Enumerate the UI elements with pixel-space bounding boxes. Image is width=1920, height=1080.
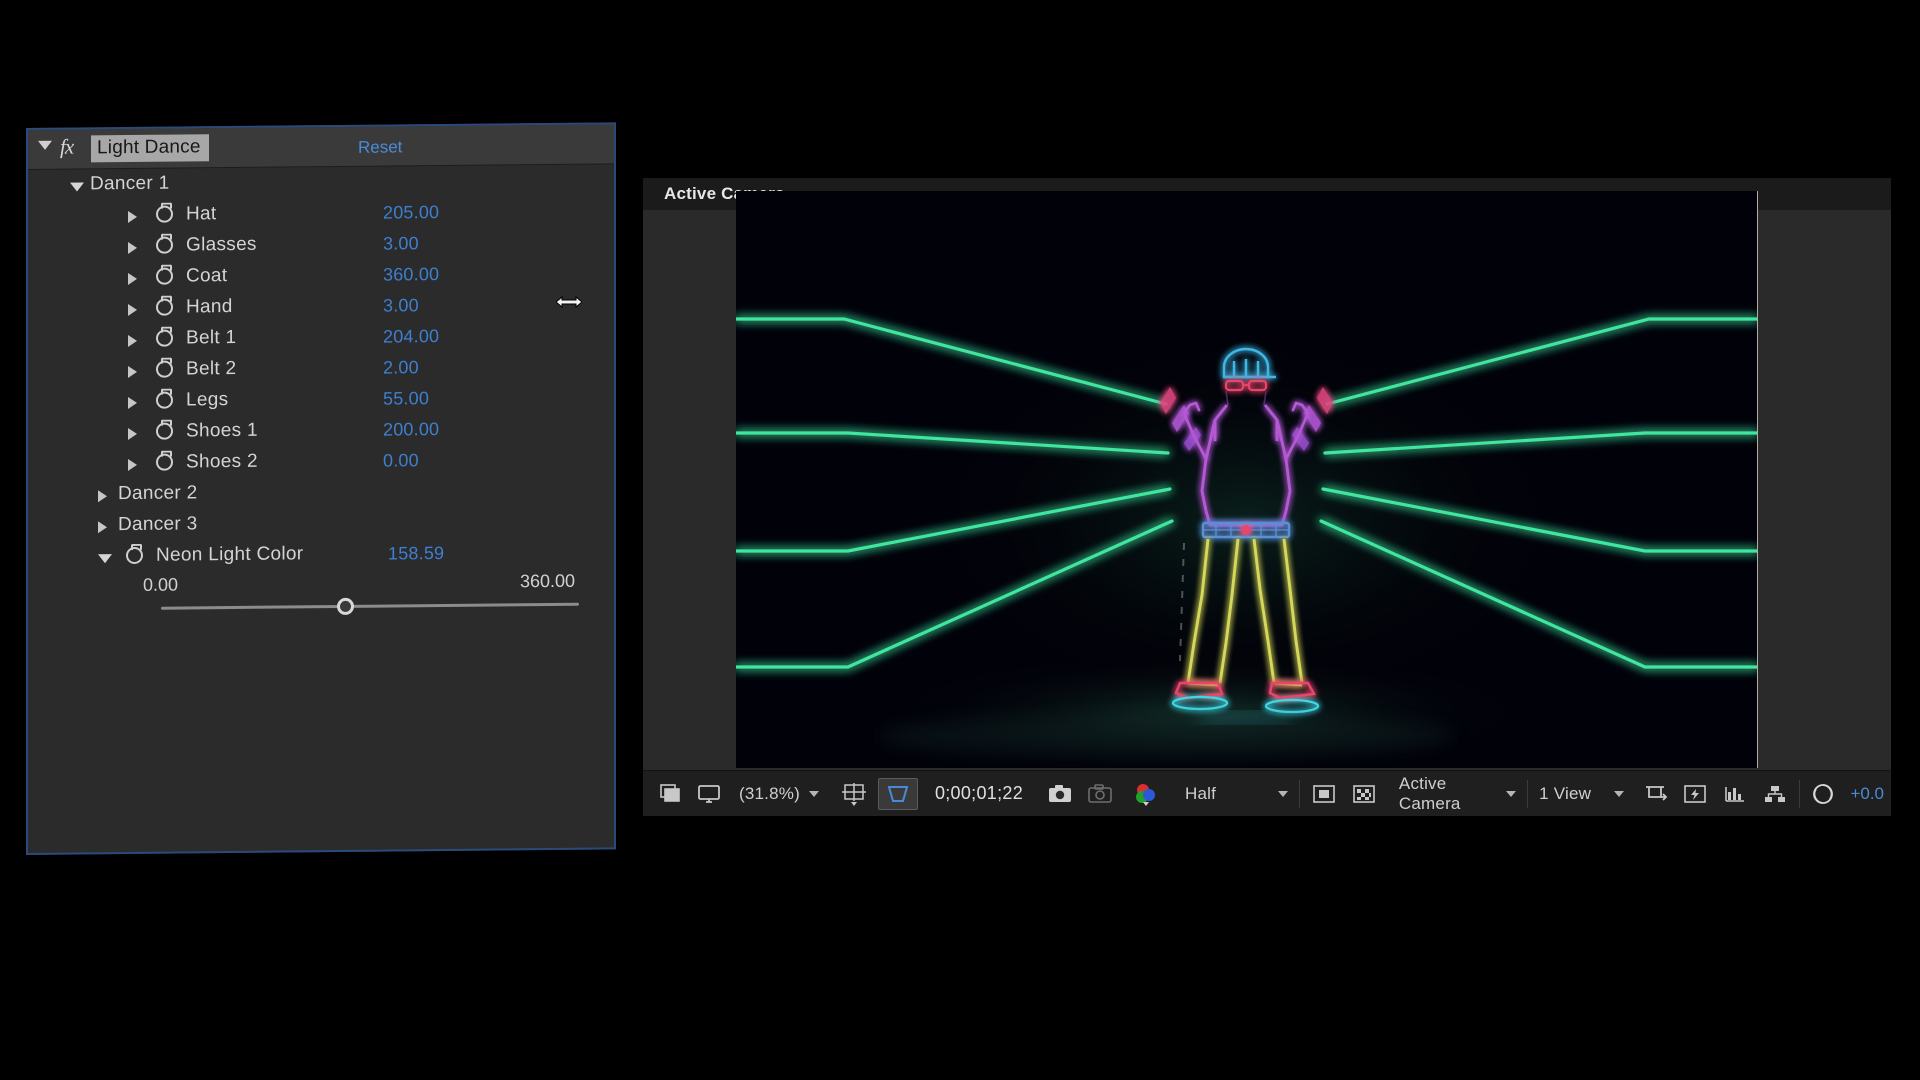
show-snapshot-icon[interactable] <box>1080 771 1120 816</box>
slider-max-label: 360.00 <box>520 570 576 592</box>
toolbar-divider <box>1527 779 1529 808</box>
triangle-right-icon[interactable] <box>98 521 107 534</box>
chevron-down-icon[interactable] <box>1506 790 1517 797</box>
composition-timeline-flowchart-icon[interactable] <box>1715 771 1755 816</box>
view-layout-dropdown[interactable]: 1 View <box>1532 771 1631 816</box>
always-preview-this-view-icon[interactable] <box>643 771 690 816</box>
stopwatch-icon[interactable] <box>156 453 173 471</box>
toggle-pixel-aspect-correction-icon[interactable] <box>1635 771 1675 816</box>
neon-dance-scene <box>736 191 1757 768</box>
resolution-value: Half <box>1185 783 1217 803</box>
reset-exposure-aperture-icon[interactable] <box>1803 771 1843 816</box>
effect-controls-panel: fx Light Dance Reset Dancer 1 Hat 205.00 <box>26 122 616 855</box>
view-layout-value: 1 View <box>1539 783 1592 803</box>
transparency-grid-icon[interactable] <box>877 777 918 810</box>
property-value[interactable]: 360.00 <box>383 264 439 286</box>
slider-track[interactable] <box>161 602 579 610</box>
triangle-right-icon[interactable] <box>128 365 137 379</box>
stopwatch-icon[interactable] <box>156 360 173 378</box>
stopwatch-icon[interactable] <box>156 267 173 285</box>
toolbar-divider <box>1299 779 1300 808</box>
property-label: Shoes 2 <box>186 450 258 473</box>
triangle-right-icon[interactable] <box>128 210 137 224</box>
property-value[interactable]: 200.00 <box>383 419 439 441</box>
exposure-value-label: +0.0 <box>1850 783 1884 803</box>
fast-previews-lightning-icon[interactable] <box>1675 771 1715 816</box>
camera-view-value: Active Camera <box>1398 773 1461 813</box>
magnification-dropdown[interactable]: (31.8%) <box>732 771 826 816</box>
triangle-right-icon[interactable] <box>128 241 137 255</box>
property-label: Hat <box>186 203 217 225</box>
stopwatch-icon[interactable] <box>126 546 143 565</box>
triangle-right-icon[interactable] <box>128 272 137 286</box>
stopwatch-icon[interactable] <box>156 391 173 409</box>
main-viewer-icon[interactable] <box>690 771 728 816</box>
region-of-interest-icon[interactable] <box>834 771 874 816</box>
property-value[interactable]: 204.00 <box>383 326 439 348</box>
stopwatch-icon[interactable] <box>156 298 173 316</box>
after-effects-screenshot: fx Light Dance Reset Dancer 1 Hat 205.00 <box>0 0 1920 1080</box>
property-value[interactable]: 205.00 <box>383 202 439 224</box>
property-value[interactable]: 158.59 <box>388 543 444 565</box>
magnification-value: (31.8%) <box>739 783 800 803</box>
property-label: Coat <box>186 265 228 287</box>
toggle-mask-path-visibility-icon[interactable] <box>1304 771 1344 816</box>
stopwatch-icon[interactable] <box>156 329 173 347</box>
property-label: Belt 1 <box>186 326 237 349</box>
chevron-down-icon[interactable] <box>808 790 819 797</box>
composition-stage[interactable] <box>736 191 1757 768</box>
property-label: Glasses <box>186 233 257 256</box>
exposure-value[interactable]: +0.0 <box>1843 771 1891 816</box>
property-label: Belt 2 <box>186 357 237 380</box>
property-value[interactable]: 2.00 <box>383 357 419 378</box>
stopwatch-icon[interactable] <box>156 422 173 440</box>
current-time-display[interactable]: 0;00;01;22 <box>928 771 1030 816</box>
composition-viewer-panel: Active Camera (31.8%) 0;00;01;22 Half Ac… <box>643 178 1891 816</box>
property-list: Dancer 1 Hat 205.00 Glasses 3.00 Coat 36… <box>28 164 614 636</box>
chevron-down-icon[interactable] <box>1613 790 1624 797</box>
property-value[interactable]: 3.00 <box>383 295 419 316</box>
reset-button[interactable]: Reset <box>358 137 402 157</box>
triangle-down-icon[interactable] <box>38 140 52 150</box>
composition-flowchart-icon[interactable] <box>1755 771 1795 816</box>
group-label: Dancer 1 <box>90 172 170 195</box>
triangle-down-icon[interactable] <box>98 554 112 564</box>
current-time-value: 0;00;01;22 <box>934 783 1024 803</box>
camera-view-dropdown[interactable]: Active Camera <box>1392 771 1524 816</box>
group-label: Dancer 2 <box>118 482 198 505</box>
triangle-right-icon[interactable] <box>128 427 137 441</box>
property-label: Shoes 1 <box>186 419 258 442</box>
slider-min-label: 0.00 <box>143 574 179 595</box>
triangle-right-icon[interactable] <box>98 490 107 503</box>
property-value[interactable]: 3.00 <box>383 233 419 254</box>
composition-toolbar: (31.8%) 0;00;01;22 Half Active Camera 1 … <box>643 770 1891 816</box>
property-label: Hand <box>186 296 233 318</box>
property-value[interactable]: 55.00 <box>383 388 429 409</box>
property-label: Legs <box>186 389 229 411</box>
chevron-down-icon[interactable] <box>1278 790 1289 797</box>
effect-name-label[interactable]: Light Dance <box>91 134 209 163</box>
slider-knob[interactable] <box>337 597 355 616</box>
group-label: Dancer 3 <box>118 513 198 536</box>
triangle-right-icon[interactable] <box>128 334 137 348</box>
property-label: Neon Light Color <box>156 543 304 566</box>
triangle-right-icon[interactable] <box>128 303 137 317</box>
toggle-alpha-checkerboard-icon[interactable] <box>1344 771 1384 816</box>
toolbar-divider <box>1798 779 1800 808</box>
stopwatch-icon[interactable] <box>156 205 173 223</box>
take-snapshot-camera-icon[interactable] <box>1040 771 1080 816</box>
triangle-right-icon[interactable] <box>128 458 137 472</box>
show-channel-rgb-icon[interactable] <box>1126 771 1166 816</box>
effect-header-row: fx Light Dance Reset <box>28 124 614 170</box>
property-value[interactable]: 0.00 <box>383 450 419 471</box>
resolution-dropdown[interactable]: Half <box>1178 771 1295 816</box>
fx-badge-icon[interactable]: fx <box>60 135 73 160</box>
neon-light-color-slider-row: 0.00 360.00 <box>28 568 614 636</box>
stopwatch-icon[interactable] <box>156 236 173 254</box>
triangle-right-icon[interactable] <box>128 396 137 410</box>
horizontal-resize-cursor-icon <box>556 295 582 309</box>
triangle-down-icon[interactable] <box>70 182 84 192</box>
